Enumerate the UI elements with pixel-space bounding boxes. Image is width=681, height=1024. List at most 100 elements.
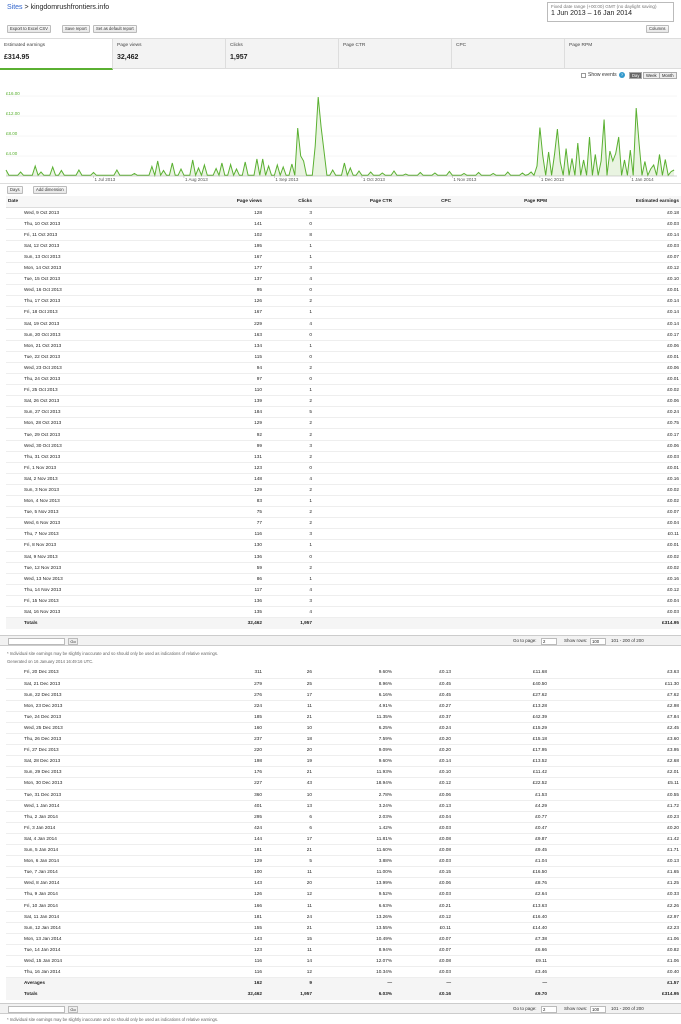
- table-cell: 2: [264, 451, 314, 463]
- table-cell: [314, 318, 394, 330]
- table-cell: 177: [150, 262, 264, 275]
- tab-clicks[interactable]: Clicks 1,957: [226, 39, 339, 69]
- column-header[interactable]: Clicks: [264, 196, 314, 208]
- table-cell: Tue, 5 Nov 2013: [6, 506, 150, 519]
- save-report-button[interactable]: Save report: [62, 25, 90, 33]
- table-cell: £0.07: [394, 944, 453, 956]
- granularity-week-button[interactable]: Week: [643, 72, 660, 79]
- dimension-days-select[interactable]: Days: [7, 186, 23, 194]
- table-cell: [314, 207, 394, 219]
- table-cell: 0: [264, 329, 314, 341]
- table-row: Tue, 5 Nov 2013 75 2 £0.07: [6, 506, 681, 519]
- add-dimension-button[interactable]: Add dimension: [33, 186, 67, 194]
- table-row: Thu, 2 Jan 2014 295 6 2.03% £0.04 £0.77 £0.23: [6, 811, 681, 823]
- table-cell: [453, 351, 549, 363]
- column-header[interactable]: Page CTR: [314, 196, 394, 208]
- table-cell: £0.82: [549, 944, 681, 956]
- table-cell: Wed, 15 Jan 2014: [6, 955, 150, 968]
- table-cell: 3.88%: [314, 855, 394, 868]
- table-cell: £9.11: [453, 955, 549, 968]
- table-cell: £0.13: [394, 800, 453, 812]
- table-cell: £0.12: [394, 777, 453, 790]
- breadcrumb-separator: >: [24, 4, 29, 11]
- show-events-checkbox[interactable]: [581, 73, 586, 78]
- table-cell: [314, 440, 394, 452]
- table-cell: Sun, 12 Jan 2014: [6, 922, 150, 934]
- table-cell: 11: [264, 866, 314, 879]
- filter-go-button[interactable]: Go: [68, 1006, 78, 1013]
- table-cell: 1: [264, 495, 314, 508]
- table-cell: 1: [264, 240, 314, 252]
- column-header[interactable]: Page views: [150, 196, 264, 208]
- table-cell: £0.14: [549, 318, 681, 330]
- table-cell: [394, 440, 453, 452]
- table-cell: Fri, 3 Jan 2014: [6, 822, 150, 834]
- table-cell: £4.29: [453, 800, 549, 812]
- table-cell: [453, 329, 549, 341]
- columns-button[interactable]: Columns: [646, 25, 669, 33]
- table-cell: £0.11: [394, 922, 453, 934]
- default-report-button[interactable]: Set as default report: [93, 25, 137, 33]
- table-cell: [453, 229, 549, 241]
- table-row: Fri, 3 Jan 2014 424 6 1.42% £0.03 £0.47 £0.20: [6, 822, 681, 834]
- filter-input[interactable]: [8, 638, 65, 645]
- page-number-input[interactable]: 2: [541, 638, 557, 645]
- table-cell: Thu, 31 Oct 2013: [6, 451, 150, 463]
- tab-page-rpm[interactable]: Page RPM: [565, 39, 681, 69]
- rows-per-page-select[interactable]: 100: [590, 1006, 606, 1013]
- table-cell: Thu, 7 Nov 2013: [6, 528, 150, 541]
- table-cell: £0.06: [549, 440, 681, 452]
- rows-per-page-select[interactable]: 100: [590, 638, 606, 645]
- column-header[interactable]: Date: [6, 196, 150, 208]
- table-cell: £0.20: [394, 744, 453, 757]
- date-range-picker[interactable]: Fixed date range (+00:00) GMT (no daylig…: [547, 2, 674, 22]
- granularity-month-button[interactable]: Month: [659, 72, 677, 79]
- tab-estimated-earnings[interactable]: Estimated earnings £314.95: [0, 39, 113, 70]
- table-cell: 6: [264, 811, 314, 823]
- table-cell: Fri, 15 Nov 2013: [6, 595, 150, 607]
- tab-page-views[interactable]: Page views 32,462: [113, 39, 226, 69]
- page-number-input[interactable]: 2: [541, 1006, 557, 1013]
- table-cell: [314, 329, 394, 341]
- column-header[interactable]: Estimated earnings: [549, 196, 681, 208]
- table-cell: £3.95: [549, 744, 681, 757]
- table-cell: [453, 295, 549, 308]
- table-cell: Wed, 25 Dec 2013: [6, 722, 150, 735]
- table-cell: [394, 384, 453, 397]
- table-cell: [453, 584, 549, 596]
- table-cell: Tue, 24 Dec 2013: [6, 711, 150, 723]
- table-row: Tue, 12 Nov 2013 59 2 £0.02: [6, 562, 681, 574]
- table-row: Fri, 18 Oct 2013 167 1 £0.14: [6, 306, 681, 319]
- table-cell: 4.91%: [314, 700, 394, 712]
- table-cell: £0.04: [549, 595, 681, 607]
- table-cell: 2: [264, 362, 314, 375]
- table-cell: [314, 473, 394, 485]
- table-cell: [314, 251, 394, 264]
- granularity-day-button[interactable]: Day: [629, 72, 643, 79]
- tab-cpc[interactable]: CPC: [452, 39, 565, 69]
- breadcrumb-sites-link[interactable]: Sites: [7, 4, 23, 11]
- table-cell: [453, 273, 549, 286]
- table-cell: Thu, 17 Oct 2013: [6, 295, 150, 308]
- export-csv-button[interactable]: Export to Excel CSV: [7, 25, 51, 33]
- filter-go-button[interactable]: Go: [68, 638, 78, 645]
- table-cell: Sun, 3 Nov 2013: [6, 484, 150, 497]
- tab-page-ctr[interactable]: Page CTR: [339, 39, 452, 69]
- filter-input[interactable]: [8, 1006, 65, 1013]
- table-cell: [314, 462, 394, 474]
- help-icon[interactable]: ?: [619, 72, 625, 78]
- table-cell: £0.16: [394, 988, 453, 1000]
- table-cell: 135: [150, 606, 264, 619]
- x-tick-label: 1 Oct 2013: [363, 177, 386, 182]
- table-cell: [453, 207, 549, 219]
- table-cell: 8: [264, 229, 314, 241]
- table-cell: 2.78%: [314, 789, 394, 801]
- table-cell: £22.52: [453, 777, 549, 790]
- table-cell: Tue, 12 Nov 2013: [6, 562, 150, 574]
- column-header[interactable]: CPC: [394, 196, 453, 208]
- column-header[interactable]: Page RPM: [453, 196, 549, 208]
- table-cell: 13.55%: [314, 922, 394, 934]
- table-cell: 360: [150, 789, 264, 801]
- table-cell: 9.60%: [314, 755, 394, 768]
- table-cell: £0.04: [394, 811, 453, 823]
